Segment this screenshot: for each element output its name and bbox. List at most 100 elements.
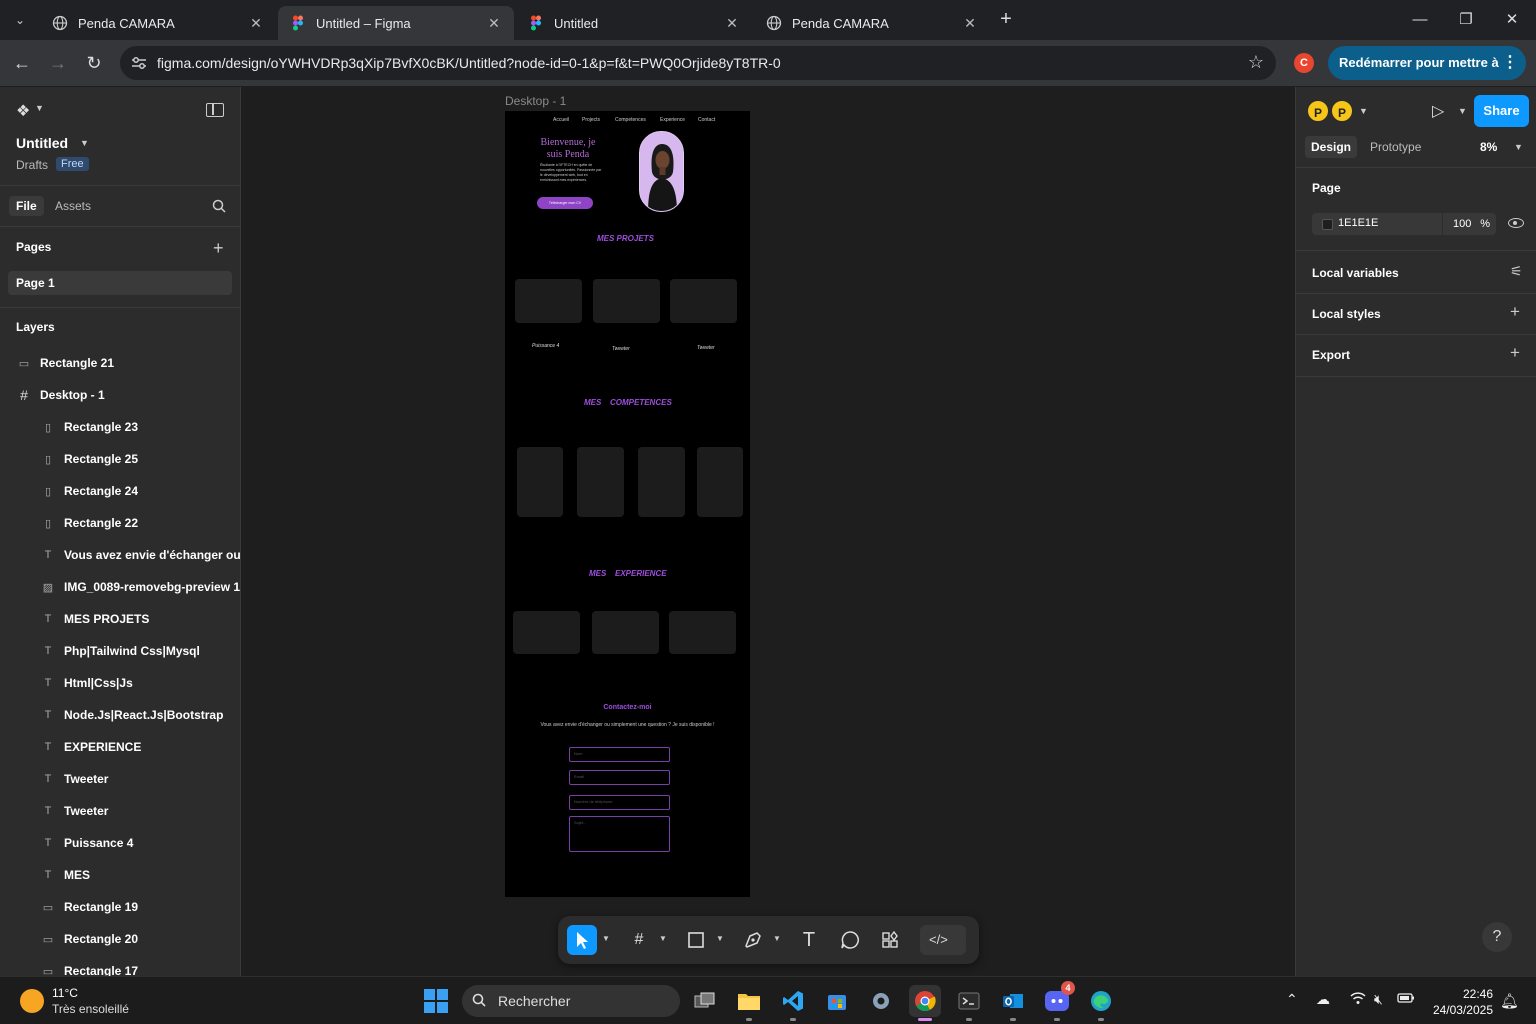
layer-row[interactable]: # Desktop - 1 (0, 379, 240, 411)
contact-input-phone[interactable]: Numéro de téléphone (569, 795, 670, 810)
frame-label[interactable]: Desktop - 1 (505, 94, 566, 108)
experience-title[interactable]: EXPERIENCE (615, 569, 667, 578)
layer-row[interactable]: T MES (0, 859, 240, 891)
pen-tool-icon[interactable] (738, 925, 768, 955)
dev-mode-toggle-icon[interactable]: </> (920, 925, 966, 955)
discord-icon[interactable]: 4 (1041, 981, 1075, 1021)
collaborator-avatar[interactable]: P (1306, 99, 1330, 123)
project-caption[interactable]: Tweeter (612, 346, 630, 352)
close-window-icon[interactable]: ✕ (1500, 8, 1524, 32)
close-tab-icon[interactable]: ✕ (724, 15, 740, 32)
windows-start-icon[interactable] (424, 989, 448, 1013)
chevron-down-icon[interactable]: ▼ (1359, 106, 1368, 116)
page-fill-hex[interactable]: 1E1E1E (1338, 217, 1378, 229)
contact-subtitle[interactable]: Vous avez envie d'échanger ou simplement… (515, 722, 740, 729)
comment-tool-icon[interactable] (835, 925, 865, 955)
layer-row[interactable]: ▭ Rectangle 21 (0, 347, 240, 379)
layer-row[interactable]: T Php|Tailwind Css|Mysql (0, 635, 240, 667)
taskbar-search[interactable]: Rechercher (462, 985, 680, 1017)
layer-row[interactable]: T Html|Css|Js (0, 667, 240, 699)
toggle-sidebar-icon[interactable] (206, 103, 224, 117)
contact-input-name[interactable]: Nom (569, 747, 670, 762)
chevron-down-icon[interactable]: ▼ (773, 934, 781, 943)
chevron-down-icon[interactable]: ▼ (35, 103, 44, 113)
page-fill-opacity[interactable]: 100 % (1442, 213, 1496, 235)
layer-row[interactable]: ▯ Rectangle 22 (0, 507, 240, 539)
chevron-down-icon[interactable]: ▼ (80, 138, 89, 148)
skill-card[interactable] (638, 447, 685, 517)
page-item[interactable]: Page 1 (8, 271, 232, 295)
layer-row[interactable]: ▯ Rectangle 25 (0, 443, 240, 475)
share-button[interactable]: Share (1474, 95, 1529, 127)
clock-time[interactable]: 22:46 (1449, 987, 1493, 1001)
local-variables-heading[interactable]: Local variables (1312, 266, 1399, 280)
contact-input-email[interactable]: Email (569, 770, 670, 785)
site-nav-item[interactable]: Competences (615, 117, 646, 123)
add-style-icon[interactable]: + (1510, 302, 1520, 322)
skill-card[interactable] (697, 447, 743, 517)
site-settings-icon[interactable] (130, 54, 148, 72)
omnibox[interactable]: figma.com/design/oYWHVDRp3qXip7BvfX0cBK/… (120, 46, 1276, 80)
minimize-icon[interactable]: — (1408, 8, 1432, 32)
restart-update-button[interactable]: Redémarrer pour mettre à jour ⋮ (1328, 46, 1526, 104)
clock-date[interactable]: 24/03/2025 (1429, 1003, 1493, 1017)
bookmark-star-icon[interactable]: ☆ (1248, 52, 1264, 73)
file-location[interactable]: Drafts (16, 158, 48, 172)
layer-row[interactable]: T Tweeter (0, 795, 240, 827)
canvas[interactable]: Desktop - 1 Accueil Projects Competences… (241, 87, 1295, 976)
layer-row[interactable]: ▭ Rectangle 20 (0, 923, 240, 955)
restore-icon[interactable]: ❐ (1454, 8, 1478, 32)
edge-icon[interactable] (1085, 985, 1117, 1021)
chevron-down-icon[interactable]: ▼ (1514, 142, 1523, 152)
close-tab-icon[interactable]: ✕ (486, 15, 502, 32)
figma-menu-icon[interactable]: ❖ (16, 101, 30, 121)
layer-row[interactable]: T Puissance 4 (0, 827, 240, 859)
layer-row[interactable]: ▨ IMG_0089-removebg-preview 1 (0, 571, 240, 603)
file-title[interactable]: Untitled (16, 135, 68, 151)
add-export-icon[interactable]: + (1510, 343, 1520, 363)
onedrive-cloud-icon[interactable]: ☁ (1316, 991, 1330, 1008)
skills-title[interactable]: COMPETENCES (610, 398, 672, 407)
back-icon[interactable]: ← (10, 51, 34, 75)
present-play-icon[interactable]: ▷ (1432, 101, 1444, 121)
layer-row[interactable]: T MES PROJETS (0, 603, 240, 635)
notifications-icon[interactable]: 🔔︎ (1500, 992, 1519, 1010)
projects-title[interactable]: MES PROJETS (597, 234, 654, 243)
collaborator-avatar[interactable]: P (1330, 99, 1354, 123)
contact-title[interactable]: Contactez-moi (505, 704, 750, 711)
project-card[interactable] (593, 279, 660, 323)
browser-tab-figma-active[interactable]: Untitled – Figma ✕ (278, 6, 514, 40)
tab-assets[interactable]: Assets (48, 196, 98, 216)
browser-tab-penda-camara-2[interactable]: Penda CAMARA ✕ (754, 6, 990, 40)
project-caption[interactable]: Tweeter (697, 345, 715, 351)
url-text[interactable]: figma.com/design/oYWHVDRp3qXip7BvfX0cBK/… (157, 55, 781, 71)
profile-photo[interactable] (639, 131, 684, 212)
experience-card[interactable] (669, 611, 736, 654)
browser-tab-penda-camara[interactable]: Penda CAMARA ✕ (40, 6, 276, 40)
chrome-icon[interactable] (909, 985, 941, 1021)
settings-gear-icon[interactable] (865, 985, 897, 1017)
desktop-frame[interactable]: Accueil Projects Competences Experience … (505, 111, 750, 897)
color-swatch[interactable] (1322, 219, 1333, 230)
profile-avatar[interactable]: C (1294, 53, 1314, 73)
wifi-icon[interactable] (1350, 991, 1366, 1008)
hero-title[interactable]: Bienvenue, je suis Penda (533, 137, 603, 161)
reload-icon[interactable]: ↻ (82, 51, 106, 75)
task-view-icon[interactable] (689, 985, 721, 1017)
layer-row[interactable]: ▭ Rectangle 19 (0, 891, 240, 923)
terminal-icon[interactable] (953, 985, 985, 1021)
site-nav-item[interactable]: Contact (698, 117, 715, 123)
search-icon[interactable] (212, 199, 226, 213)
local-styles-heading[interactable]: Local styles (1312, 307, 1381, 321)
weather-sun-icon[interactable] (20, 989, 44, 1013)
more-menu-icon[interactable]: ⋮ (1502, 46, 1518, 80)
layer-row[interactable]: T Node.Js|React.Js|Bootstrap (0, 699, 240, 731)
experience-card[interactable] (592, 611, 659, 654)
outlook-icon[interactable] (997, 985, 1029, 1021)
chevron-down-icon[interactable]: ▼ (659, 934, 667, 943)
layer-row[interactable]: T Vous avez envie d'échanger ou si (0, 539, 240, 571)
experience-card[interactable] (513, 611, 580, 654)
layer-row[interactable]: ▯ Rectangle 23 (0, 411, 240, 443)
project-card[interactable] (515, 279, 582, 323)
skill-card[interactable] (577, 447, 624, 517)
